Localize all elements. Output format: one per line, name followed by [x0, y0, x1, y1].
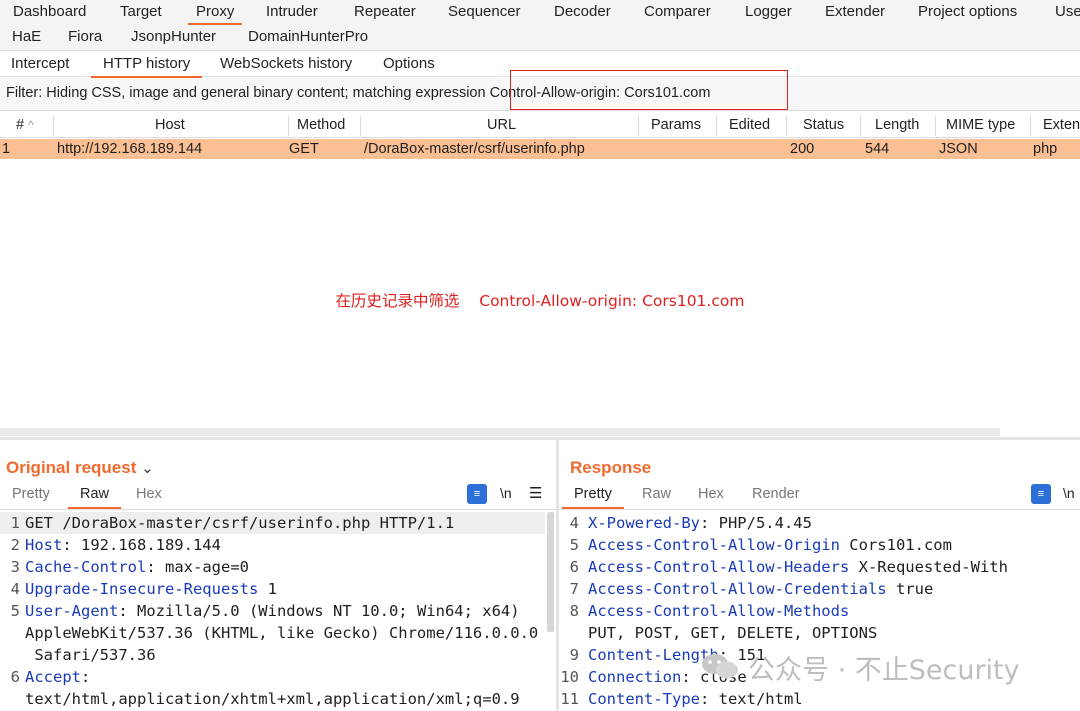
tab-project-options[interactable]: Project options — [918, 0, 1017, 24]
tab-dashboard[interactable]: Dashboard — [13, 0, 86, 24]
col-method[interactable]: Method — [297, 113, 345, 138]
cell-mime-type: JSON — [939, 141, 978, 157]
cell-number: 1 — [2, 141, 11, 157]
col-number[interactable]: # ^ — [16, 113, 34, 138]
tab-jsonphunter[interactable]: JsonpHunter — [131, 25, 216, 49]
cell-extension: php — [1033, 141, 1058, 157]
tab-target[interactable]: Target — [120, 0, 162, 24]
tab-user-options[interactable]: Use — [1055, 0, 1080, 24]
response-title: Response — [570, 458, 652, 477]
col-url[interactable]: URL — [487, 113, 516, 138]
tab-comparer[interactable]: Comparer — [644, 0, 711, 24]
cell-url: /DoraBox-master/csrf/userinfo.php — [364, 141, 585, 157]
response-tab-raw[interactable]: Raw — [642, 486, 671, 502]
cell-status: 200 — [790, 141, 815, 157]
response-tab-render[interactable]: Render — [752, 486, 800, 502]
response-tab-pretty[interactable]: Pretty — [562, 486, 624, 509]
main-tab-bar: Dashboard Target Proxy Intruder Repeater… — [0, 0, 1080, 51]
col-params[interactable]: Params — [651, 113, 701, 138]
tab-websockets-history[interactable]: WebSockets history — [220, 52, 352, 76]
col-host[interactable]: Host — [155, 113, 185, 138]
tab-extender[interactable]: Extender — [825, 0, 885, 24]
table-row[interactable]: 1 http://192.168.189.144 GET /DoraBox-ma… — [0, 139, 1080, 159]
request-tab-pretty[interactable]: Pretty — [12, 486, 50, 502]
col-length[interactable]: Length — [875, 113, 919, 138]
cell-length: 544 — [865, 141, 890, 157]
response-tab-hex[interactable]: Hex — [698, 486, 724, 502]
history-table-header: # ^ Host Method URL Params Edited Status… — [0, 113, 1080, 138]
tab-domainhunterpro[interactable]: DomainHunterPro — [248, 25, 368, 49]
newline-toggle-icon[interactable]: \n — [500, 485, 512, 501]
wrap-lines-icon[interactable]: ≡ — [467, 484, 487, 504]
tab-proxy[interactable]: Proxy — [187, 0, 243, 25]
tab-intercept[interactable]: Intercept — [11, 52, 69, 76]
request-pane: Original request ⌄ Pretty Raw Hex ≡ \n ☰… — [0, 440, 556, 711]
tab-fiora[interactable]: Fiora — [68, 25, 102, 49]
request-tab-hex[interactable]: Hex — [136, 486, 162, 502]
chevron-down-icon[interactable]: ⌄ — [141, 460, 154, 477]
cell-host: http://192.168.189.144 — [57, 141, 203, 157]
tab-decoder[interactable]: Decoder — [554, 0, 611, 24]
sort-arrow-icon: ^ — [28, 118, 34, 132]
col-extension[interactable]: Exten — [1043, 113, 1080, 138]
tab-options[interactable]: Options — [383, 52, 435, 76]
wrap-lines-icon[interactable]: ≡ — [1031, 484, 1051, 504]
tab-repeater[interactable]: Repeater — [354, 0, 416, 24]
tab-sequencer[interactable]: Sequencer — [448, 0, 521, 24]
annotation-highlight-box — [510, 70, 788, 110]
wechat-logo-icon — [702, 654, 738, 679]
col-status[interactable]: Status — [803, 113, 844, 138]
newline-toggle-icon[interactable]: \n — [1063, 485, 1075, 501]
tab-http-history[interactable]: HTTP history — [90, 52, 203, 78]
tab-hae[interactable]: HaE — [12, 25, 41, 49]
col-mime-type[interactable]: MIME type — [946, 113, 1015, 138]
request-title[interactable]: Original request ⌄ — [6, 458, 154, 478]
tab-logger[interactable]: Logger — [745, 0, 792, 24]
annotation-note: 在历史记录中筛选 Control-Allow-origin: Cors101.c… — [335, 292, 745, 310]
col-edited[interactable]: Edited — [729, 113, 770, 138]
request-scrollbar[interactable] — [547, 512, 554, 632]
watermark-text: 公众号 · 不止Security — [748, 655, 1020, 686]
request-tab-raw[interactable]: Raw — [67, 486, 122, 509]
tab-intruder[interactable]: Intruder — [266, 0, 318, 24]
table-horizontal-scrollbar[interactable] — [0, 428, 1000, 436]
code-line: 1 GET /DoraBox-master/csrf/userinfo.php H… — [0, 512, 545, 534]
cell-method: GET — [289, 141, 319, 157]
menu-icon[interactable]: ☰ — [529, 484, 542, 502]
